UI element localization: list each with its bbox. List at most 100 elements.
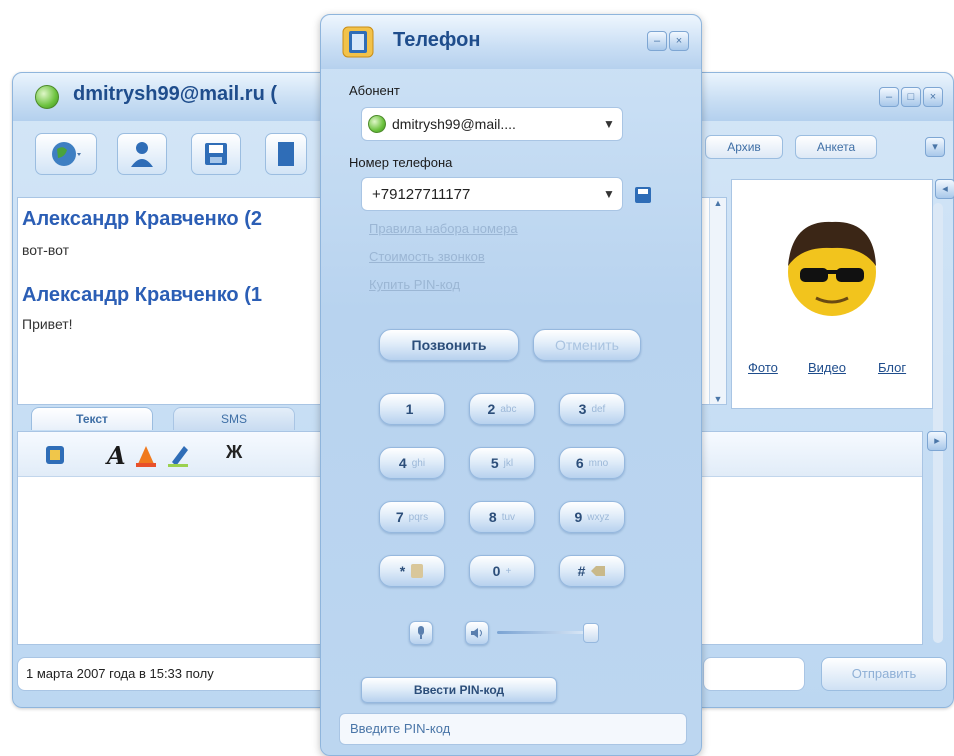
side-splitter[interactable]: [933, 203, 943, 643]
key-letters: pqrs: [408, 511, 429, 523]
blog-link[interactable]: Блог: [878, 360, 906, 375]
keypad-key-4[interactable]: 4 ghi: [379, 447, 445, 479]
enter-pin-button[interactable]: Ввести PIN-код: [361, 677, 557, 703]
key-digit: *: [399, 563, 406, 579]
text-color-icon[interactable]: [134, 442, 158, 468]
key-digit: 3: [578, 401, 587, 417]
volume-slider[interactable]: [497, 631, 597, 634]
send-button[interactable]: Отправить: [821, 657, 947, 691]
save-number-icon[interactable]: [633, 185, 653, 205]
minimize-icon[interactable]: –: [879, 87, 899, 107]
key-letters: +: [505, 565, 512, 577]
status-field: 1 марта 2007 года в 15:33 полу: [17, 657, 327, 691]
archive-button[interactable]: Архив: [705, 135, 783, 159]
font-icon[interactable]: A: [104, 442, 128, 468]
speaker-icon: [471, 628, 482, 638]
close-icon[interactable]: ×: [669, 31, 689, 51]
key-letters: mno: [588, 457, 609, 469]
backspace-icon: [591, 566, 606, 576]
insert-template-icon[interactable]: [44, 444, 66, 466]
toolbar-menu-icon[interactable]: ▾: [925, 137, 945, 157]
scroll-down-icon[interactable]: ▼: [710, 394, 726, 404]
avatar-panel: Фото Видео Блог: [731, 179, 933, 409]
key-letters: abc: [500, 403, 517, 415]
key-letters: wxyz: [587, 511, 610, 523]
file-transfer-button[interactable]: [265, 133, 307, 175]
phone-number-value: +79127711177: [372, 185, 471, 203]
keypad-key-2[interactable]: 2 abc: [469, 393, 535, 425]
keypad-key-7[interactable]: 7 pqrs: [379, 501, 445, 533]
phone-title-bar[interactable]: Телефон – ×: [321, 15, 701, 69]
key-letters: def: [591, 403, 606, 415]
phone-dialog: Телефон – × Абонент dmitrysh99@mail.... …: [320, 14, 702, 756]
message-sender: Александр Кравченко (2: [22, 208, 262, 230]
online-status-icon: [368, 115, 386, 133]
subscriber-value: dmitrysh99@mail....: [392, 116, 516, 132]
key-digit: 7: [395, 509, 404, 525]
phone-number-label: Номер телефона: [349, 155, 453, 170]
collapse-avatar-icon[interactable]: ◂: [935, 179, 954, 199]
call-button[interactable]: Позвонить: [379, 329, 519, 361]
key-letters: ghi: [411, 457, 426, 469]
key-letters: jkl: [503, 457, 514, 469]
chat-window-controls: – □ ×: [879, 87, 943, 107]
phone-book-icon: [342, 26, 374, 58]
svg-text:A: A: [105, 442, 126, 468]
hangup-button[interactable]: Отменить: [533, 329, 641, 361]
subscriber-select[interactable]: dmitrysh99@mail.... ▼: [361, 107, 623, 141]
phone-number-select[interactable]: +79127711177 ▼: [361, 177, 623, 211]
video-link[interactable]: Видео: [808, 360, 846, 375]
tab-sms[interactable]: SMS: [173, 407, 295, 430]
minimize-icon[interactable]: –: [647, 31, 667, 51]
chevron-down-icon[interactable]: ▼: [596, 178, 622, 210]
user-icon: [131, 142, 153, 167]
status-field-extension: [703, 657, 805, 691]
keypad-key-1[interactable]: 1: [379, 393, 445, 425]
call-rates-link[interactable]: Стоимость звонков: [369, 249, 485, 264]
close-icon[interactable]: ×: [923, 87, 943, 107]
bold-button[interactable]: Ж: [226, 442, 242, 463]
history-scrollbar[interactable]: ▲ ▼: [709, 198, 726, 404]
keypad-key-6[interactable]: 6 mno: [559, 447, 625, 479]
contact-info-button[interactable]: [117, 133, 167, 175]
keypad-key-star[interactable]: *: [379, 555, 445, 587]
key-digit: 4: [398, 455, 407, 471]
smiley-menu-button[interactable]: [35, 133, 97, 175]
dialing-rules-link[interactable]: Правила набора номера: [369, 221, 518, 236]
key-digit: 2: [487, 401, 496, 417]
keypad-key-9[interactable]: 9 wxyz: [559, 501, 625, 533]
contacts-book-icon: [411, 564, 424, 578]
message-text: Привет!: [22, 316, 73, 332]
file-icon: [278, 142, 294, 166]
maximize-icon[interactable]: □: [901, 87, 921, 107]
online-status-icon: [35, 85, 59, 109]
keypad-key-8[interactable]: 8 tuv: [469, 501, 535, 533]
floppy-icon: [205, 143, 227, 165]
expand-input-icon[interactable]: ▸: [927, 431, 947, 451]
microphone-icon: [418, 626, 424, 639]
profile-button[interactable]: Анкета: [795, 135, 877, 159]
scroll-up-icon[interactable]: ▲: [710, 198, 726, 208]
key-digit: 8: [488, 509, 497, 525]
message-text: вот-вот: [22, 242, 70, 258]
key-digit: 6: [575, 455, 584, 471]
keypad-key-5[interactable]: 5 jkl: [469, 447, 535, 479]
globe-icon: [52, 142, 81, 166]
key-digit: #: [577, 563, 586, 579]
chevron-down-icon[interactable]: ▼: [596, 108, 622, 140]
keypad-key-3[interactable]: 3 def: [559, 393, 625, 425]
highlight-pen-icon[interactable]: [166, 442, 190, 468]
speaker-button[interactable]: [465, 621, 489, 645]
photo-link[interactable]: Фото: [748, 360, 778, 375]
message-sender: Александр Кравченко (1: [22, 284, 262, 306]
key-digit: 0: [492, 563, 501, 579]
key-letters: tuv: [501, 511, 516, 523]
volume-slider-handle[interactable]: [583, 623, 599, 643]
tab-text[interactable]: Текст: [31, 407, 153, 430]
save-history-button[interactable]: [191, 133, 241, 175]
microphone-button[interactable]: [409, 621, 433, 645]
phone-dialog-title: Телефон: [393, 29, 481, 51]
buy-pin-link[interactable]: Купить PIN-код: [369, 277, 460, 292]
keypad-key-0[interactable]: 0 +: [469, 555, 535, 587]
keypad-key-hash[interactable]: #: [559, 555, 625, 587]
